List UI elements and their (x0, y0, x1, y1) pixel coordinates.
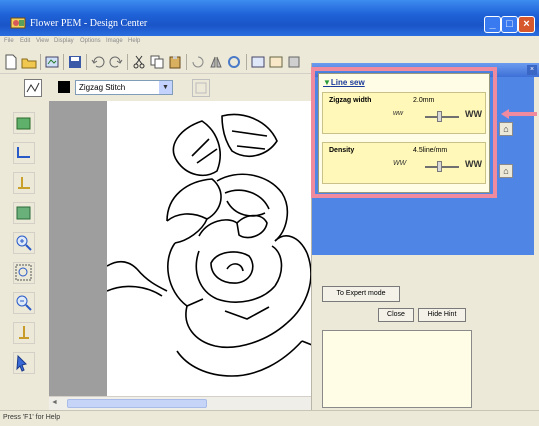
maximize-button[interactable]: □ (501, 16, 518, 33)
density-reset-button[interactable]: ⌂ (499, 164, 513, 178)
region-sew-button[interactable] (192, 79, 210, 97)
panel-title[interactable]: ▼Line sew (323, 78, 365, 87)
zigzag-width-slider[interactable]: ww WW (393, 109, 493, 124)
open-folder-icon[interactable] (21, 54, 37, 70)
toolbar-separator (40, 54, 41, 70)
design-center-window: Flower PEM - Design Center _ □ × File Ed… (0, 0, 539, 426)
pan-icon (19, 326, 29, 339)
slider-track (425, 166, 459, 168)
collapse-triangle-icon: ▼ (323, 78, 331, 87)
refresh-icon[interactable] (226, 54, 242, 70)
stamp-icon (16, 206, 31, 220)
zoom-fit-tool[interactable] (13, 262, 35, 284)
pointer-icon (16, 354, 27, 372)
menu-view[interactable]: View (36, 38, 49, 44)
toolbar-separator (86, 54, 87, 70)
line-sew-tool-button[interactable] (24, 79, 42, 97)
stitch-type-value: Zigzag Stitch (79, 83, 126, 92)
import-icon[interactable] (44, 54, 60, 70)
cut-icon[interactable] (131, 54, 147, 70)
pointer-tool[interactable] (13, 352, 35, 374)
wide-zigzag-icon: WW (465, 109, 482, 119)
close-window-button[interactable]: × (518, 16, 535, 33)
horizontal-scrollbar[interactable]: ◄ (49, 396, 319, 410)
preview-icon[interactable] (268, 54, 284, 70)
panel-close-icon[interactable]: × (527, 65, 537, 75)
high-density-icon: WW (465, 159, 482, 169)
menu-image[interactable]: Image (106, 38, 123, 44)
zoom-in-tool[interactable] (13, 232, 35, 254)
title-bar: Flower PEM - Design Center _ □ × (0, 0, 539, 36)
zoom-out-tool[interactable] (13, 292, 35, 314)
hide-hint-button[interactable]: Hide Hint (418, 308, 466, 322)
density-section: Density 4.5line/mm WW WW (322, 142, 486, 184)
save-icon[interactable] (67, 54, 83, 70)
scroll-left-icon[interactable]: ◄ (51, 399, 58, 406)
redo-icon[interactable] (108, 54, 124, 70)
undo-icon[interactable] (90, 54, 106, 70)
zigzag-width-label: Zigzag width (329, 97, 372, 104)
canvas-margin (49, 101, 107, 403)
chevron-down-icon: ▼ (159, 81, 172, 94)
stitch-toolbar: Zigzag Stitch ▼ (0, 75, 320, 101)
toolbar-separator (63, 54, 64, 70)
toolbar-separator (127, 54, 128, 70)
narrow-zigzag-icon: ww (393, 110, 404, 117)
menu-help[interactable]: Help (128, 38, 140, 44)
zigzag-reset-button[interactable]: ⌂ (499, 122, 513, 136)
close-button[interactable]: Close (378, 308, 414, 322)
paste-icon[interactable] (167, 54, 183, 70)
select-icon (16, 117, 31, 130)
slider-thumb[interactable] (437, 161, 442, 172)
line-tool-icon (26, 82, 40, 93)
window-title: Flower PEM - Design Center (30, 18, 148, 29)
stitch-type-select[interactable]: Zigzag Stitch ▼ (75, 80, 173, 95)
new-file-icon[interactable] (3, 54, 19, 70)
line-sew-tool[interactable] (13, 142, 35, 164)
zoom-out-icon (16, 295, 32, 311)
app-logo-icon (10, 17, 26, 29)
rotate-icon[interactable] (190, 54, 206, 70)
status-bar: Press 'F1' for Help (0, 410, 539, 426)
zigzag-width-section: Zigzag width 2.0mm ww WW (322, 92, 486, 134)
region-sew-icon (18, 177, 30, 189)
stamp-tool[interactable] (13, 202, 35, 224)
zoom-in-icon (16, 235, 32, 251)
copy-icon[interactable] (149, 54, 165, 70)
menu-edit[interactable]: Edit (20, 38, 30, 44)
panel-title-text: Line sew (330, 78, 365, 87)
view-icon[interactable] (250, 54, 266, 70)
select-tool-button[interactable] (13, 112, 35, 134)
scroll-thumb[interactable] (67, 399, 207, 408)
zoom-fit-icon (15, 264, 32, 281)
menu-options[interactable]: Options (80, 38, 101, 44)
region-sew-tool[interactable] (13, 172, 35, 194)
density-value: 4.5line/mm (413, 147, 448, 154)
menu-file[interactable]: File (4, 38, 14, 44)
menu-display[interactable]: Display (54, 38, 74, 44)
minimize-button[interactable]: _ (484, 16, 501, 33)
callout-arrow-icon (501, 109, 537, 119)
pan-tool[interactable] (13, 322, 35, 344)
slider-thumb[interactable] (437, 111, 442, 122)
density-slider[interactable]: WW WW (393, 159, 493, 174)
design-canvas[interactable] (49, 101, 329, 403)
line-sew-icon (17, 147, 30, 158)
expert-mode-button[interactable]: To Expert mode (322, 286, 400, 302)
mirror-icon[interactable] (208, 54, 224, 70)
toolbar-separator (186, 54, 187, 70)
rose-line-drawing (107, 113, 328, 377)
menu-bar: File Edit View Display Options Image Hel… (0, 36, 539, 50)
region-tool-icon (195, 82, 207, 94)
line-sew-properties: ▼Line sew Zigzag width 2.0mm ww WW Densi… (318, 73, 490, 193)
status-text: Press 'F1' for Help (3, 414, 61, 421)
settings-icon[interactable] (286, 54, 302, 70)
toolbar-separator (246, 54, 247, 70)
zigzag-width-value: 2.0mm (413, 97, 435, 104)
hint-text-area (322, 330, 472, 408)
low-density-icon: WW (393, 160, 407, 167)
thread-color-swatch[interactable] (58, 81, 70, 93)
slider-track (425, 116, 459, 118)
density-label: Density (329, 147, 355, 154)
